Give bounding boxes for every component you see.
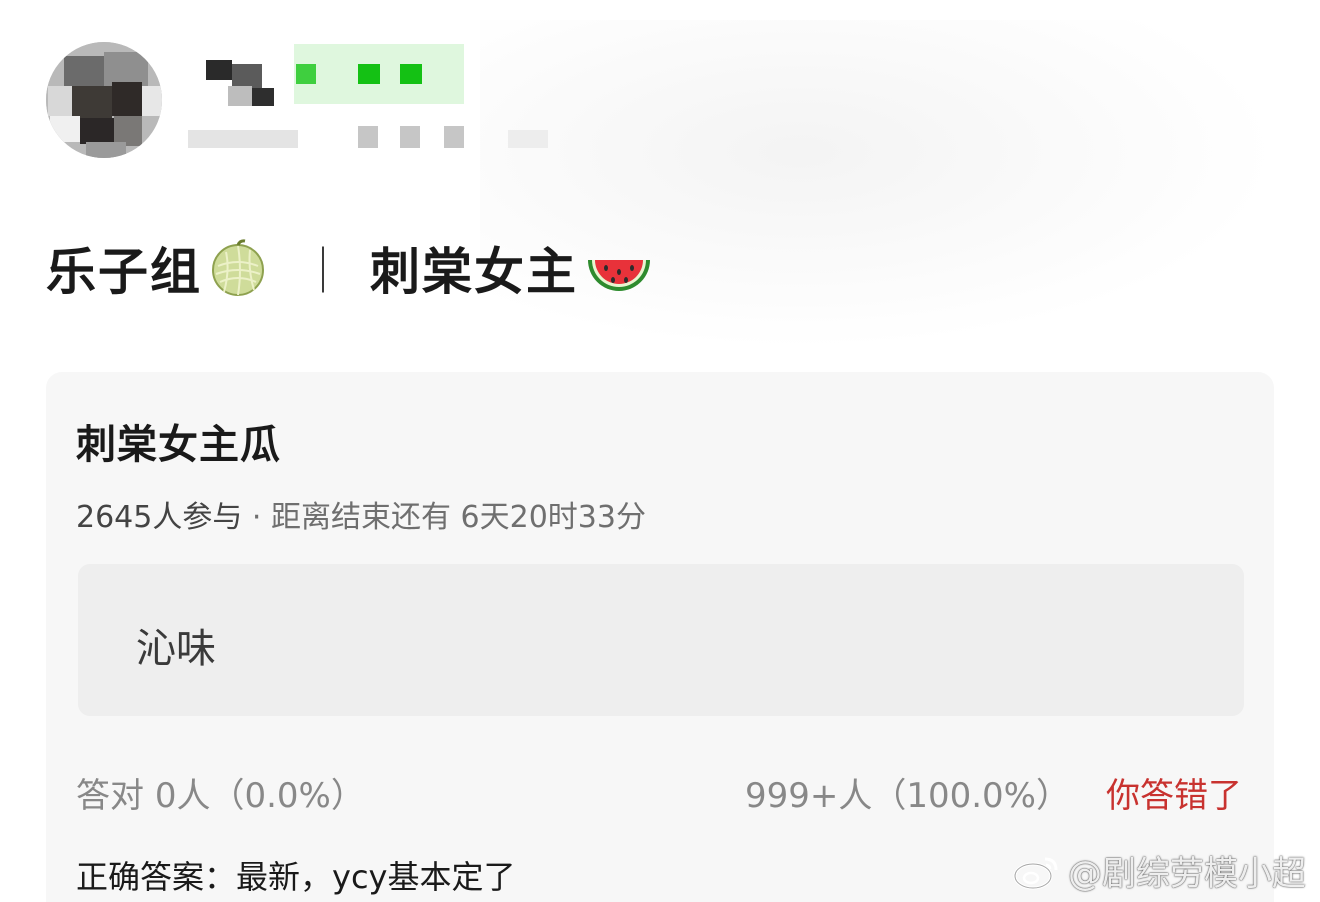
wrong-stat: 999+人（100.0%） 你答错了 — [745, 768, 1242, 817]
post-title-part2: 刺棠女主 — [370, 243, 578, 301]
watermark-text: @剧综劳模小超 — [1068, 854, 1306, 894]
melon-icon — [208, 238, 268, 298]
quiz-option-label: 沁味 — [136, 626, 216, 672]
avatar[interactable] — [46, 42, 162, 158]
meta-dot: · — [251, 500, 262, 535]
participant-count: 2645人参与 — [76, 500, 243, 535]
watermelon-icon — [584, 238, 654, 298]
username-mosaic[interactable] — [192, 44, 468, 106]
countdown-label: 距离结束还有 — [271, 500, 451, 535]
quiz-option[interactable] — [78, 564, 1244, 716]
correct-stat: 答对 0人（0.0%） — [76, 768, 365, 817]
watermark: @剧综劳模小超 — [1012, 846, 1306, 895]
quiz-title: 刺棠女主瓜 — [76, 422, 281, 468]
wrong-status: 你答错了 — [1106, 776, 1242, 816]
countdown-value: 6天20时33分 — [460, 500, 646, 535]
quiz-meta: 2645人参与 · 距离结束还有 6天20时33分 — [76, 492, 646, 536]
screenshot-page: 乐子组 ｜ 刺棠女主 刺棠女主瓜 2645人参与 · 距离结束还有 6天20时3… — [0, 0, 1320, 902]
weibo-logo-icon — [1012, 851, 1062, 891]
correct-label: 答对 — [76, 776, 144, 816]
correct-answer: 正确答案：最新，ycy基本定了 — [76, 858, 516, 896]
timestamp-mosaic — [188, 124, 548, 152]
post-title-part1: 乐子组 — [46, 243, 202, 301]
post-title: 乐子组 ｜ 刺棠女主 — [46, 228, 660, 308]
wrong-value: 999+人（100.0%） — [744, 776, 1070, 816]
title-separator: ｜ — [300, 244, 348, 298]
correct-value: 0人（0.0%） — [154, 776, 365, 816]
